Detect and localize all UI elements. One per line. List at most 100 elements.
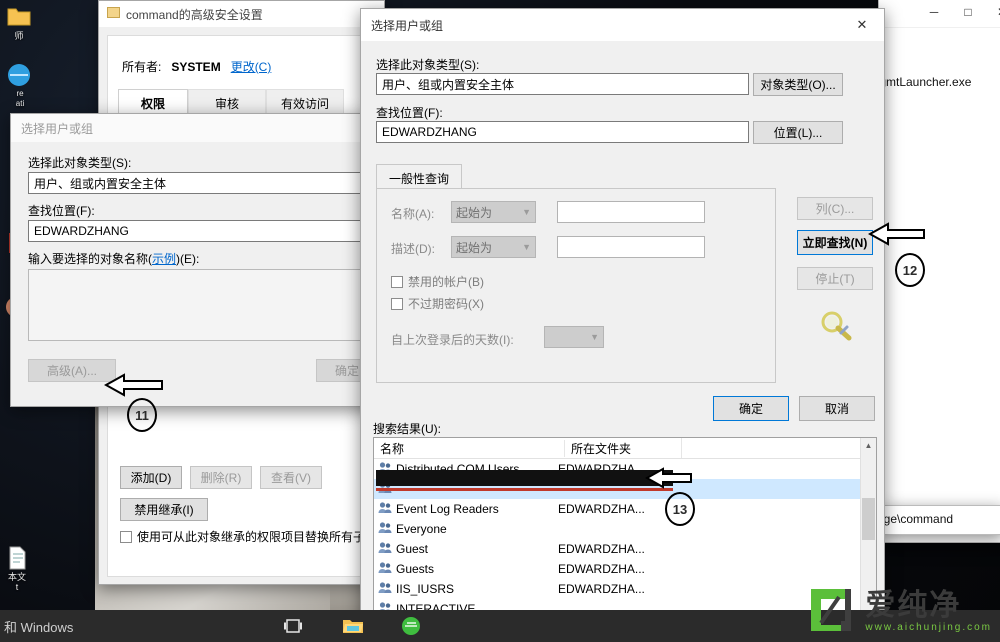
results-column-folder[interactable]: 所在文件夹 [564,439,681,457]
back-location-field[interactable]: EDWARDZHANG [28,220,368,242]
text-file-icon [3,545,31,571]
replace-child-permissions-checkbox[interactable]: 使用可从此对象继承的权限项目替换所有子对象 [120,528,367,545]
file-explorer-icon[interactable] [333,610,373,642]
desktop-icon-label: re ati [15,89,25,108]
front-cancel-button[interactable]: 取消 [799,396,875,421]
back-object-type-field[interactable]: 用户、组或内置安全主体 [28,172,368,194]
desktop-icon-folder[interactable]: 师 [2,4,36,41]
watermark-brand: 爱纯净 [865,588,962,622]
front-location-field[interactable]: EDWARDZHANG [376,121,749,143]
user-group-icon [378,501,392,517]
add-button[interactable]: 添加(D) [120,466,182,489]
close-button[interactable]: ✕ [985,0,1000,27]
result-name-text: Guest [396,542,429,556]
desktop-icon-text[interactable]: 本文 t [0,545,34,592]
scroll-up-arrow-icon[interactable]: ▲ [861,438,876,453]
desc-query-input[interactable] [557,236,705,258]
result-name-text: IIS_IUSRS [396,582,455,596]
table-row[interactable]: IIS_IUSRS EDWARDZHA... [374,579,876,599]
stop-button[interactable]: 停止(T) [797,267,873,290]
front-ok-button[interactable]: 确定 [713,396,789,421]
redaction-underline [376,488,673,491]
name-query-operator[interactable]: 起始为 ▼ [451,201,536,223]
back-advanced-button[interactable]: 高级(A)... [28,359,116,382]
find-now-button[interactable]: 立即查找(N) [797,230,873,255]
table-row[interactable]: Event Log Readers EDWARDZHA... [374,499,876,519]
owner-change-link[interactable]: 更改(C) [231,58,272,75]
non-expiring-password-checkbox[interactable]: 不过期密码(X) [391,295,484,312]
redaction-bar [376,470,673,486]
chevron-down-icon: ▼ [522,242,531,252]
user-group-icon [378,521,392,537]
results-list[interactable]: 名称 所在文件夹 Distributed COM Users EDWARDZHA.… [373,437,877,635]
select-users-back-titlebar: 选择用户或组 [11,114,383,143]
annotation-marker-11: 11 [127,398,157,432]
select-users-front-dialog[interactable]: 选择用户或组 ✕ 选择此对象类型(S): 用户、组或内置安全主体 对象类型(O)… [360,8,885,637]
close-icon[interactable]: ✕ [840,10,884,40]
checkbox-box [120,530,132,543]
chevron-down-icon: ▼ [590,332,599,342]
back-location-label: 查找位置(F): [28,204,95,218]
non-expiring-password-label: 不过期密码(X) [408,297,484,311]
table-row[interactable]: Guests EDWARDZHA... [374,559,876,579]
background-window-titlebar: ─ □ ✕ [879,0,1000,28]
results-column-name[interactable]: 名称 [374,440,564,457]
checkbox-box [391,275,403,288]
name-query-label: 名称(A): [391,207,435,221]
front-object-type-field[interactable]: 用户、组或内置安全主体 [376,73,749,95]
back-names-field[interactable] [28,269,368,341]
annotation-marker-12: 12 [895,253,925,287]
annotation-arrow-12 [867,221,926,250]
days-since-logon-label: 自上次登录后的天数(I): [391,333,514,347]
advanced-security-titlebar: command的高级安全设置 [99,1,384,28]
result-name-cell: Event Log Readers [378,501,558,517]
result-name-cell: Everyone [378,521,558,537]
select-users-back-title: 选择用户或组 [21,121,94,136]
result-folder-cell: EDWARDZHA... [558,582,645,596]
select-users-back-dialog[interactable]: 选择用户或组 选择此对象类型(S): 用户、组或内置安全主体 查找位置(F): … [10,113,384,407]
replace-child-permissions-label: 使用可从此对象继承的权限项目替换所有子对象 [137,530,367,544]
annotation-marker-13: 13 [665,492,695,526]
background-path-bar[interactable]: age\command [877,505,1000,535]
desc-query-label: 描述(D): [391,242,435,256]
maximize-button[interactable]: □ [951,0,985,27]
task-view-icon[interactable] [273,610,313,642]
front-location-label: 查找位置(F): [376,106,443,120]
name-query-input[interactable] [557,201,705,223]
disabled-accounts-label: 禁用的帐户(B) [408,275,484,289]
result-name-text: Event Log Readers [396,502,499,516]
desktop-icon-label: 师 [14,31,24,41]
desktop-icon-browser[interactable]: re ati [0,62,40,109]
name-query-operator-value: 起始为 [456,205,493,220]
desc-query-operator-value: 起始为 [456,240,493,255]
desktop-icon-label: 本文 t [7,572,26,592]
user-group-icon [378,541,392,557]
days-since-logon-select[interactable]: ▼ [544,326,604,348]
minimize-button[interactable]: ─ [917,0,951,27]
back-names-label: 输入要选择的对象名称(示例)(E): [28,252,200,266]
result-name-text: Guests [396,562,435,576]
result-folder-cell: EDWARDZHA... [558,562,645,576]
columns-button[interactable]: 列(C)... [797,197,873,220]
result-name-cell: Guests [378,561,558,577]
taskbar-label: 和 Windows [4,619,74,635]
results-label: 搜索结果(U): [373,422,441,436]
table-row[interactable]: Everyone [374,519,876,539]
advanced-security-title: command的高级安全设置 [126,7,263,22]
view-button: 查看(V) [260,466,322,489]
checkbox-box [391,297,403,310]
desc-query-operator[interactable]: 起始为 ▼ [451,236,536,258]
background-path-text: age\command [877,512,954,526]
result-folder-cell: EDWARDZHA... [558,542,645,556]
scrollbar-thumb[interactable] [862,498,875,540]
disabled-accounts-checkbox[interactable]: 禁用的帐户(B) [391,273,484,290]
annotation-arrow-11 [103,372,164,401]
location-button[interactable]: 位置(L)... [753,121,843,144]
front-object-type-label: 选择此对象类型(S): [376,58,480,72]
object-type-button[interactable]: 对象类型(O)... [753,73,843,96]
result-name-cell: IIS_IUSRS [378,581,558,597]
table-row[interactable]: Guest EDWARDZHA... [374,539,876,559]
browser-icon[interactable] [391,610,431,642]
names-example-link[interactable]: 示例 [152,252,176,266]
disable-inheritance-button[interactable]: 禁用继承(I) [120,498,208,521]
